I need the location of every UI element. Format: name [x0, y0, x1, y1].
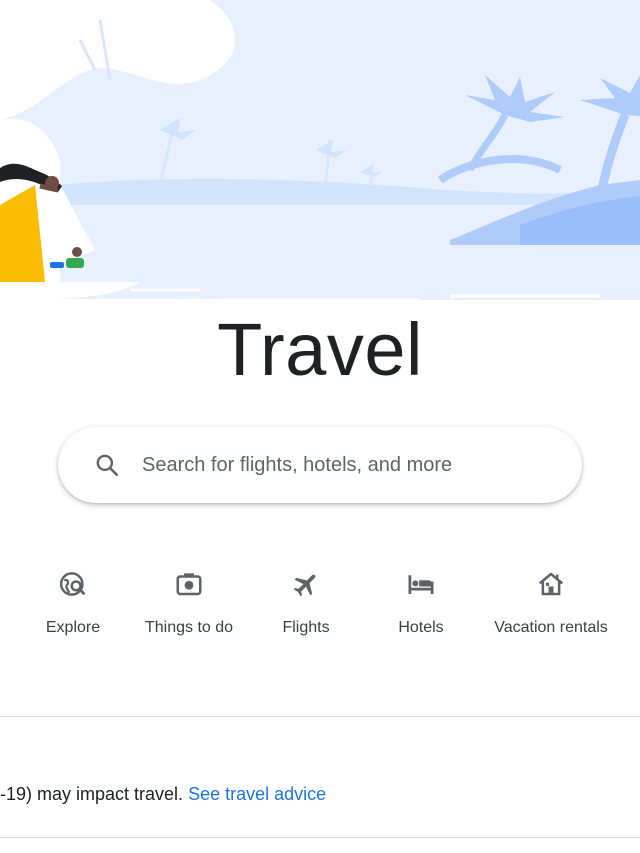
search-icon[interactable] [94, 452, 120, 478]
see-travel-advice-link[interactable]: See travel advice [188, 784, 326, 804]
advisory-text: -19) may impact travel. [0, 784, 189, 804]
house-icon [538, 572, 564, 596]
bed-icon [408, 575, 434, 594]
beach-scene-illustration [0, 0, 640, 330]
category-label: Hotels [398, 619, 444, 636]
travel-page: Travel Explore Things to do [0, 0, 640, 853]
section-divider [0, 716, 640, 717]
category-hotels[interactable]: Hotels [351, 565, 491, 645]
category-label: Vacation rentals [494, 619, 608, 636]
section-divider [0, 837, 640, 838]
hero-illustration [0, 0, 640, 330]
page-title: Travel [217, 308, 423, 391]
category-shortcuts: Explore Things to do Flights Hotels Vaca… [0, 565, 640, 655]
category-vacation-rentals[interactable]: Vacation rentals [481, 565, 621, 645]
camera-icon [176, 573, 202, 596]
travel-advisory: -19) may impact travel. See travel advic… [0, 784, 640, 810]
airplane-icon [293, 574, 316, 597]
search-box[interactable] [58, 427, 582, 503]
explore-icon [59, 572, 85, 596]
search-input[interactable] [142, 445, 562, 485]
